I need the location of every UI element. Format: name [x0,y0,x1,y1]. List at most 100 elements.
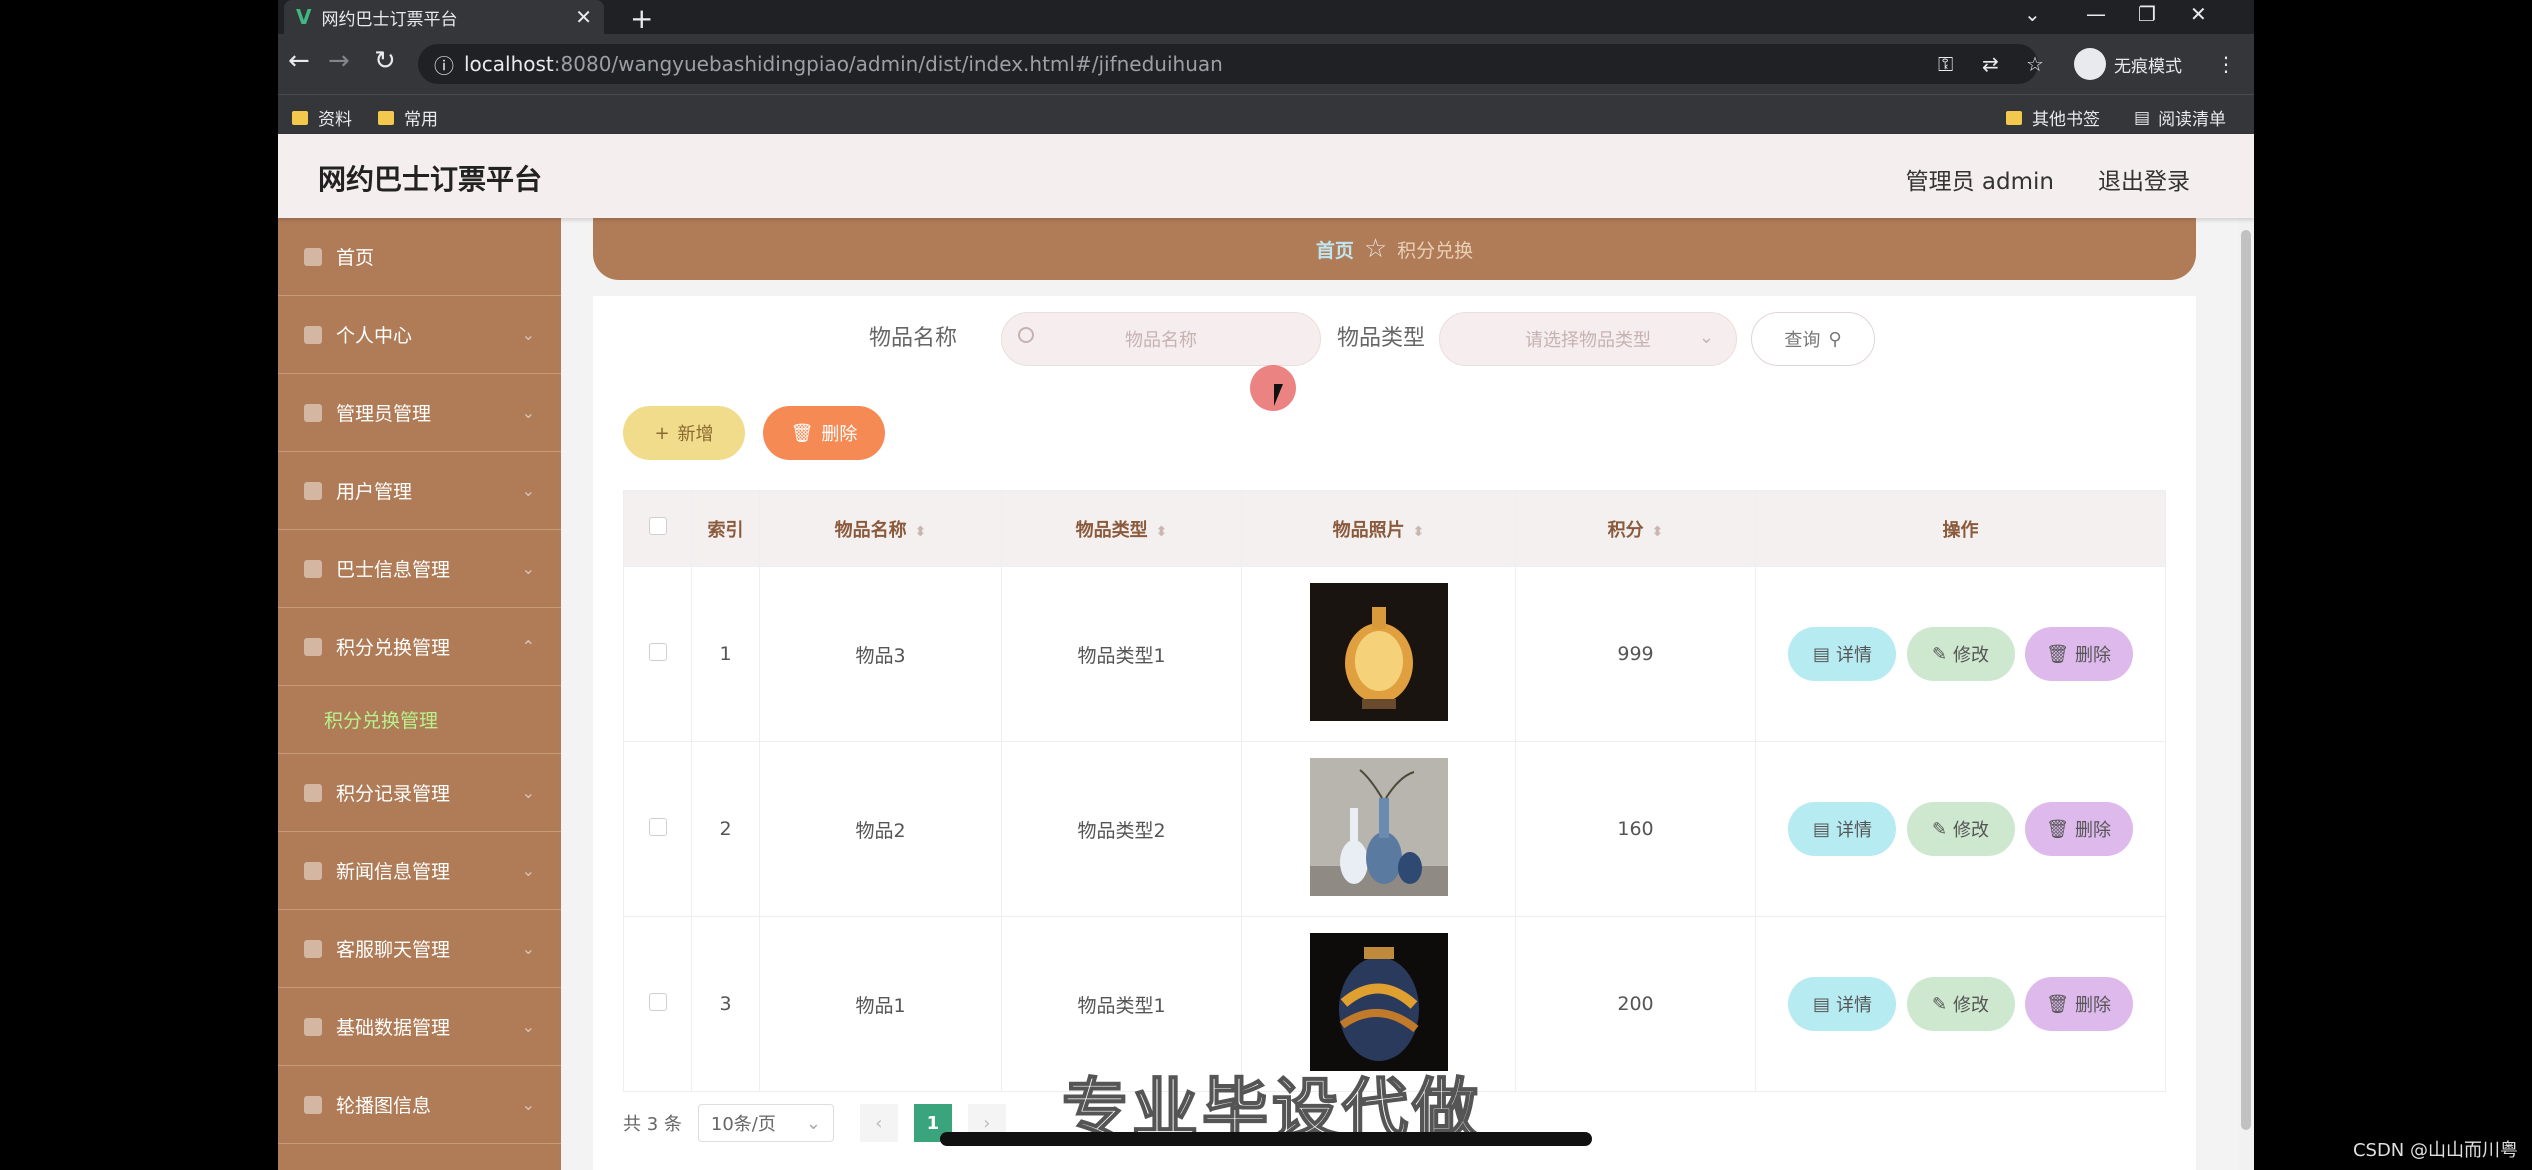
sort-icon[interactable]: ⬍ [1413,524,1425,540]
restore-icon[interactable]: ❐ [2138,2,2156,26]
column-header-label: 物品照片 [1332,519,1405,541]
translate-icon[interactable]: ⇄ [1982,52,1999,76]
close-window-icon[interactable]: ✕ [2190,2,2207,26]
row-points: 160 [1515,741,1756,917]
name-search-input[interactable]: 物品名称 [1001,312,1321,366]
column-header[interactable]: 物品照片 ⬍ [1241,490,1516,567]
row-index: 2 [691,741,760,917]
forward-icon[interactable]: → [328,46,350,76]
column-header-label: 积分 [1607,519,1644,541]
tab-search-icon[interactable]: ⌄ [2024,2,2041,26]
new-tab-icon[interactable]: + [630,2,653,35]
bookmark-folder[interactable]: 资料 [292,105,352,130]
sidebar-item-profile[interactable]: 个人中心 ⌄ [278,296,561,374]
row-actions: ▤ 详情 ✎ 修改 🗑 删除 [1755,566,2166,742]
chevron-down-icon: ⌄ [521,481,535,500]
sidebar-subitem-points-exchange[interactable]: 积分兑换管理 [278,686,561,754]
item-photo-vase[interactable] [1309,932,1448,1071]
row-checkbox[interactable] [648,817,667,836]
page-size-select[interactable]: 10条/页 ⌄ [697,1104,834,1142]
screen-frame: V 网约巴士订票平台 ✕ + ⌄ — ❐ ✕ ← → ↻ ⓘ localhost… [278,0,2254,1170]
main-content: 首页 ☆ 积分兑换 物品名称 物品名称 物品类型 请选择物品类型 ⌄ 查询 ⚲ … [561,218,2254,1170]
delete-label: 删除 [2074,995,2111,1016]
sidebar-item-label: 用户管理 [336,481,413,503]
detail-button[interactable]: ▤ 详情 [1788,627,1897,681]
column-header[interactable]: 物品名称 ⬍ [759,490,1002,567]
detail-button[interactable]: ▤ 详情 [1788,977,1897,1031]
sidebar-item-admin[interactable]: 管理员管理 ⌄ [278,374,561,452]
edit-label: 修改 [1953,820,1990,841]
name-search-placeholder: 物品名称 [1125,330,1197,351]
row-name: 物品2 [759,741,1002,917]
row-index: 3 [691,916,760,1092]
mic-icon [304,637,322,656]
info-icon[interactable]: ⓘ [434,50,454,79]
incognito-indicator[interactable]: 无痕模式 [2074,48,2182,80]
select-all-checkbox[interactable] [648,517,667,535]
home-indicator [940,1132,1592,1146]
item-photo-vases[interactable] [1309,757,1448,896]
logout-link[interactable]: 退出登录 [2098,162,2190,196]
add-button[interactable]: + 新增 [623,406,745,460]
breadcrumb-home[interactable]: 首页 [1316,236,1354,263]
delete-button[interactable]: 🗑 删除 [2024,977,2133,1031]
reload-icon[interactable]: ↻ [374,46,396,76]
sidebar-item-bus[interactable]: 巴士信息管理 ⌄ [278,530,561,608]
browser-toolbar: ← → ↻ ⓘ localhost:8080/wangyuebashidingp… [278,34,2254,94]
row-checkbox[interactable] [648,992,667,1011]
sort-icon[interactable]: ⬍ [1652,524,1664,540]
row-checkbox[interactable] [648,642,667,661]
type-select[interactable]: 请选择物品类型 ⌄ [1439,312,1737,366]
item-photo-lamp[interactable] [1309,582,1448,721]
document-icon: ▤ [1812,818,1830,840]
sidebar-item-label: 首页 [336,247,375,269]
bookmark-folder-other[interactable]: 其他书签 [2006,105,2100,130]
sidebar-item-carousel[interactable]: 轮播图信息 ⌄ [278,1066,561,1144]
browser-tab[interactable]: V 网约巴士订票平台 ✕ [284,0,604,34]
sidebar-item-home[interactable]: 首页 [278,218,561,296]
delete-button[interactable]: 🗑 删除 [2024,627,2133,681]
browser-menu-icon[interactable]: ⋮ [2216,52,2236,76]
row-photo-cell [1241,741,1516,917]
column-header: 索引 [691,490,760,567]
page-scrollbar-thumb[interactable] [2241,230,2251,1130]
sidebar-item-news[interactable]: 新闻信息管理 ⌄ [278,832,561,910]
back-icon[interactable]: ← [288,46,310,76]
bulk-delete-button[interactable]: 🗑 删除 [763,406,885,460]
search-button[interactable]: 查询 ⚲ [1751,312,1875,366]
detail-button[interactable]: ▤ 详情 [1788,802,1897,856]
sidebar-item-label: 积分兑换管理 [336,637,451,659]
sort-icon[interactable]: ⬍ [915,524,927,540]
browser-tab-strip: V 网约巴士订票平台 ✕ + ⌄ — ❐ ✕ [278,0,2254,35]
sort-icon[interactable]: ⬍ [1156,524,1168,540]
bookmark-label: 其他书签 [2032,110,2100,130]
sidebar-item-base-data[interactable]: 基础数据管理 ⌄ [278,988,561,1066]
column-header[interactable]: 积分 ⬍ [1515,490,1756,567]
edit-button[interactable]: ✎ 修改 [1906,627,2015,681]
bookmark-label: 阅读清单 [2158,110,2227,130]
sidebar-item-chat[interactable]: 客服聊天管理 ⌄ [278,910,561,988]
row-type: 物品类型1 [1001,566,1242,742]
address-bar[interactable]: ⓘ localhost:8080/wangyuebashidingpiao/ad… [418,44,2038,84]
key-icon[interactable]: ⚿ [1938,52,1953,76]
close-tab-icon[interactable]: ✕ [575,5,592,29]
sidebar-item-points-exchange[interactable]: 积分兑换管理 ⌃ [278,608,561,686]
sidebar-item-users[interactable]: 用户管理 ⌄ [278,452,561,530]
detail-label: 详情 [1835,995,1872,1016]
delete-button[interactable]: 🗑 删除 [2024,802,2133,856]
reading-list[interactable]: ▤ 阅读清单 [2134,105,2227,131]
bookmark-label: 资料 [318,110,352,130]
column-header[interactable]: 物品类型 ⬍ [1001,490,1242,567]
row-type: 物品类型2 [1001,741,1242,917]
bookmark-folder[interactable]: 常用 [378,105,438,130]
sidebar-item-label: 管理员管理 [336,403,432,425]
minimize-icon[interactable]: — [2086,2,2106,26]
edit-button[interactable]: ✎ 修改 [1906,802,2015,856]
folder-icon [292,110,308,125]
chevron-down-icon: ⌄ [521,559,535,578]
bookmark-star-icon[interactable]: ☆ [2026,52,2044,76]
edit-button[interactable]: ✎ 修改 [1906,977,2015,1031]
trash-icon: 🗑 [790,422,814,444]
sidebar-item-points-record[interactable]: 积分记录管理 ⌄ [278,754,561,832]
prev-page-button[interactable]: ‹ [859,1104,898,1142]
